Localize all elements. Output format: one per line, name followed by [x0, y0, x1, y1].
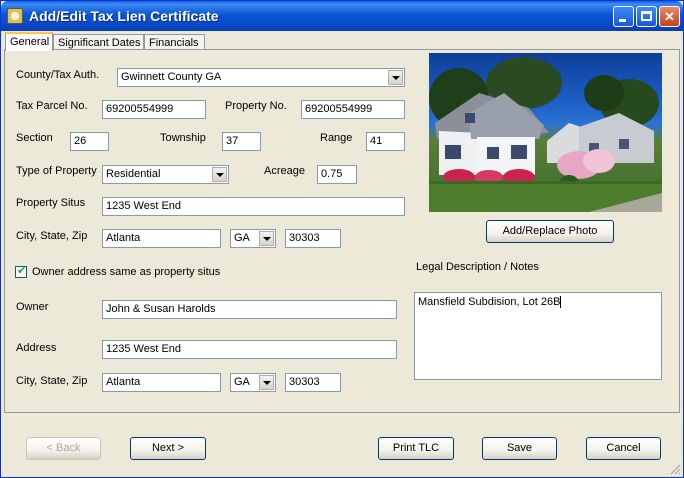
- county-select[interactable]: Gwinnett County GA: [117, 68, 405, 87]
- close-button[interactable]: ✕: [659, 6, 680, 27]
- legal-description-value: Mansfield Subdision, Lot 26B: [418, 296, 561, 308]
- property-situs-label: Property Situs: [16, 197, 86, 209]
- print-tlc-button[interactable]: Print TLC: [378, 437, 454, 460]
- house-photo-image: [429, 57, 662, 212]
- cancel-button[interactable]: Cancel: [586, 437, 661, 460]
- chevron-down-icon[interactable]: [259, 375, 274, 390]
- range-input[interactable]: 41: [366, 132, 405, 151]
- tax-parcel-label: Tax Parcel No.: [16, 100, 88, 112]
- minimize-icon: [619, 19, 626, 22]
- resize-grip-icon[interactable]: [669, 463, 681, 475]
- range-label: Range: [320, 132, 353, 144]
- maximize-button[interactable]: [636, 6, 657, 27]
- dialog-window: Add/Edit Tax Lien Certificate ✕ General …: [0, 0, 684, 478]
- state-value: GA: [234, 232, 250, 244]
- owner-city-state-zip-label: City, State, Zip: [16, 375, 88, 387]
- county-value: Gwinnett County GA: [121, 71, 222, 83]
- owner-zip-input[interactable]: 30303: [285, 373, 341, 392]
- acreage-input[interactable]: 0.75: [317, 165, 357, 184]
- property-photo: [429, 53, 662, 212]
- property-no-input[interactable]: 69200554999: [301, 100, 405, 119]
- township-input[interactable]: 37: [222, 132, 261, 151]
- app-icon: [7, 8, 23, 24]
- close-icon: ✕: [664, 9, 675, 24]
- property-no-label: Property No.: [225, 100, 287, 112]
- township-label: Township: [160, 132, 206, 144]
- chevron-down-icon[interactable]: [259, 231, 274, 246]
- city-input[interactable]: Atlanta: [102, 229, 221, 248]
- back-button[interactable]: < Back: [26, 437, 101, 460]
- chevron-down-icon[interactable]: [212, 167, 227, 182]
- tab-general[interactable]: General: [5, 32, 53, 51]
- type-of-property-value: Residential: [106, 168, 161, 180]
- owner-input[interactable]: John & Susan Harolds: [102, 300, 397, 319]
- owner-label: Owner: [16, 301, 49, 313]
- same-address-label[interactable]: Owner address same as property situs: [32, 266, 220, 278]
- same-address-checkbox[interactable]: [15, 264, 27, 278]
- acreage-label: Acreage: [264, 165, 305, 177]
- section-label: Section: [16, 132, 53, 144]
- legal-description-label: Legal Description / Notes: [416, 261, 539, 273]
- type-of-property-select[interactable]: Residential: [102, 165, 229, 184]
- state-select[interactable]: GA: [230, 229, 276, 248]
- chevron-down-icon[interactable]: [388, 70, 403, 85]
- owner-city-input[interactable]: Atlanta: [102, 373, 221, 392]
- window-title: Add/Edit Tax Lien Certificate: [29, 8, 219, 24]
- maximize-icon: [641, 11, 652, 21]
- text-cursor: [560, 296, 562, 309]
- address-label: Address: [16, 342, 57, 354]
- property-situs-input[interactable]: 1235 West End: [102, 197, 405, 216]
- address-input[interactable]: 1235 West End: [102, 340, 397, 359]
- zip-input[interactable]: 30303: [285, 229, 341, 248]
- owner-state-select[interactable]: GA: [230, 373, 276, 392]
- legal-description-textarea[interactable]: Mansfield Subdision, Lot 26B: [414, 292, 662, 380]
- next-button[interactable]: Next >: [130, 437, 206, 460]
- save-button[interactable]: Save: [482, 437, 557, 460]
- owner-state-value: GA: [234, 376, 250, 388]
- title-bar[interactable]: Add/Edit Tax Lien Certificate ✕: [1, 1, 683, 31]
- city-state-zip-label: City, State, Zip: [16, 230, 88, 242]
- tax-parcel-input[interactable]: 69200554999: [102, 100, 206, 119]
- type-of-property-label: Type of Property: [16, 165, 97, 177]
- add-replace-photo-button[interactable]: Add/Replace Photo: [486, 220, 614, 243]
- county-label: County/Tax Auth.: [16, 69, 100, 81]
- section-input[interactable]: 26: [70, 132, 109, 151]
- minimize-button[interactable]: [613, 6, 634, 27]
